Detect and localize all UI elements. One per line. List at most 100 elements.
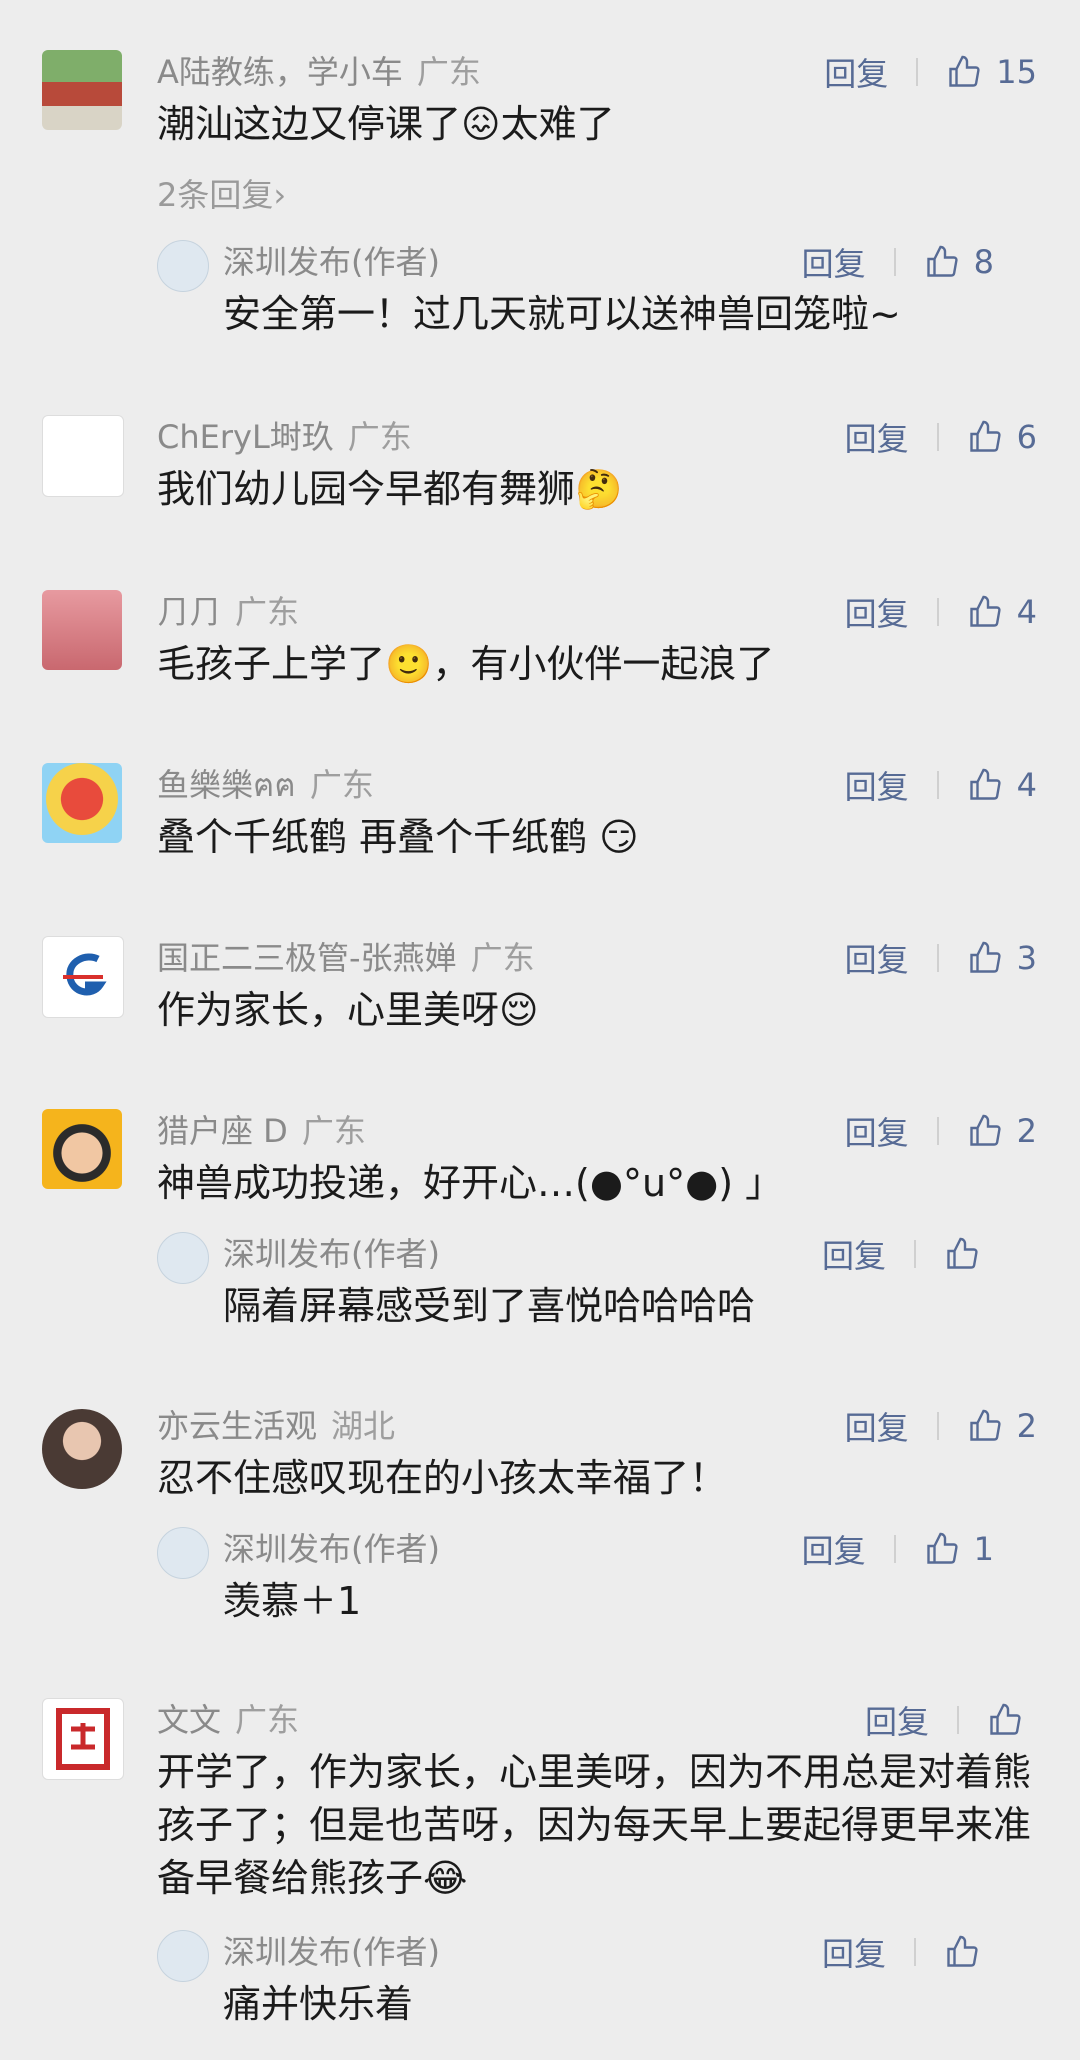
comment-item: 文文 广东 回复 开学了，作为家长，心里美呀，因为不用总是对着熊孩子了；但是也苦呀… [0, 1698, 1080, 2038]
avatar[interactable] [42, 50, 122, 130]
divider [936, 771, 939, 799]
like-count: 8 [973, 243, 994, 281]
author-name[interactable]: 深圳发布(作者) [223, 240, 440, 284]
comment-item: A陆教练，学小车 广东 回复 15 潮汕这边又停课了😖太难了 2条回复› 深圳发布… [0, 50, 1080, 350]
like-button[interactable]: 2 [967, 1112, 1037, 1150]
comment-item: ChEryL埘玖 广东 回复 6 我们幼儿园今早都有舞狮🤔 [0, 415, 1080, 525]
thumbs-up-icon [969, 1409, 1001, 1441]
avatar[interactable] [42, 1109, 122, 1189]
like-count: 6 [1016, 418, 1037, 456]
reply-button[interactable]: 回复 [845, 414, 909, 460]
like-button[interactable]: 1 [924, 1530, 994, 1568]
divider [957, 1706, 959, 1734]
reply-button[interactable]: 回复 [845, 935, 909, 981]
comment-actions: 回复 [865, 1698, 1037, 1742]
avatar[interactable] [42, 1698, 124, 1780]
like-count: 4 [1016, 593, 1037, 631]
user-name[interactable]: 文文 [157, 1701, 221, 1739]
comment-text: 作为家长，心里美呀😌 [157, 988, 539, 1032]
author-avatar[interactable] [157, 1930, 209, 1982]
divider [914, 1938, 916, 1966]
comment-actions: 回复 2 [845, 1404, 1037, 1448]
thumbs-up-icon [949, 55, 980, 87]
like-button[interactable] [944, 1934, 994, 1970]
comment-actions: 回复 2 [845, 1109, 1037, 1153]
logo-icon [56, 1708, 110, 1770]
reply-button[interactable]: 回复 [865, 1697, 929, 1743]
location: 广东 [416, 53, 481, 91]
like-button[interactable]: 2 [967, 1407, 1037, 1445]
user-name[interactable]: A陆教练，学小车 [157, 53, 403, 91]
comment-text: 叠个千纸鹤 再叠个千纸鹤 😏 [157, 815, 639, 859]
divider [936, 423, 939, 451]
avatar[interactable] [42, 936, 124, 1018]
user-name[interactable]: 亦云生活观 [157, 1407, 317, 1445]
thumbs-up-icon [947, 1935, 978, 1967]
author-avatar[interactable] [157, 1527, 209, 1579]
author-name[interactable]: 深圳发布(作者) [223, 1232, 440, 1276]
thumbs-up-icon [969, 595, 1001, 627]
user-name[interactable]: 鱼樂樂ฅฅ [157, 766, 296, 804]
reply-button[interactable]: 回复 [845, 1108, 909, 1154]
location: 广东 [470, 939, 535, 977]
avatar[interactable] [42, 415, 124, 497]
thumbs-up-icon [947, 1237, 978, 1269]
reply-button[interactable]: 回复 [802, 1526, 866, 1572]
author-avatar[interactable] [157, 240, 209, 292]
like-button[interactable] [944, 1236, 994, 1272]
reply-text: 安全第一！过几天就可以送神兽回笼啦~ [223, 292, 901, 336]
divider [914, 1240, 916, 1268]
comment-actions: 回复 3 [845, 936, 1037, 980]
comment-text: 毛孩子上学了🙂，有小伙伴一起浪了 [157, 642, 775, 686]
thumbs-up-icon [969, 420, 1001, 452]
logo-icon [63, 953, 107, 996]
divider [936, 1117, 939, 1145]
reply-button[interactable]: 回复 [824, 49, 888, 95]
reply-button[interactable]: 回复 [845, 589, 909, 635]
comment-header: 亦云生活观 湖北 [157, 1404, 395, 1448]
user-name[interactable]: 国正二三极管-张燕婵 [157, 939, 457, 977]
comment-text: 神兽成功投递，好开心…(●°u°●) 」 [157, 1161, 784, 1205]
comment-actions: 回复 6 [845, 415, 1037, 459]
location: 广东 [309, 766, 374, 804]
like-count: 4 [1016, 766, 1037, 804]
avatar[interactable] [42, 590, 122, 670]
like-button[interactable]: 6 [967, 418, 1037, 456]
author-reply: 深圳发布(作者) 回复 隔着屏幕感受到了喜悦哈哈哈哈 [157, 1232, 1037, 1332]
reply-button[interactable]: 回复 [802, 239, 866, 285]
like-button[interactable] [987, 1702, 1037, 1738]
like-button[interactable]: 4 [967, 593, 1037, 631]
location: 广东 [301, 1112, 366, 1150]
comment-header: 鱼樂樂ฅฅ 广东 [157, 763, 374, 807]
author-name[interactable]: 深圳发布(作者) [223, 1527, 440, 1571]
reply-actions: 回复 [822, 1930, 994, 1974]
like-button[interactable]: 4 [967, 766, 1037, 804]
thumbs-up-icon [969, 1114, 1001, 1146]
user-name[interactable]: ⺆⺆ [157, 593, 221, 631]
author-avatar[interactable] [157, 1232, 209, 1284]
reply-button[interactable]: 回复 [845, 1403, 909, 1449]
reply-button[interactable]: 回复 [845, 762, 909, 808]
thumbs-up-icon [969, 941, 1001, 973]
reply-button[interactable]: 回复 [822, 1929, 886, 1975]
comment-item: 国正二三极管-张燕婵 广东 回复 3 作为家长，心里美呀😌 [0, 936, 1080, 1046]
comment-list: A陆教练，学小车 广东 回复 15 潮汕这边又停课了😖太难了 2条回复› 深圳发布… [0, 0, 1080, 2060]
comment-item: 亦云生活观 湖北 回复 2 忍不住感叹现在的小孩太幸福了！ 深圳发布(作者) 回复… [0, 1404, 1080, 1624]
author-reply: 深圳发布(作者) 回复 痛并快乐着 [157, 1930, 1037, 2030]
avatar[interactable] [42, 763, 122, 843]
like-button[interactable]: 3 [967, 939, 1037, 977]
more-replies-link[interactable]: 2条回复› [157, 170, 286, 216]
author-name[interactable]: 深圳发布(作者) [223, 1930, 440, 1974]
reply-button[interactable]: 回复 [822, 1231, 886, 1277]
like-button[interactable]: 15 [946, 53, 1037, 91]
user-name[interactable]: ChEryL埘玖 [157, 418, 334, 456]
like-count: 15 [996, 53, 1037, 91]
comment-item: 鱼樂樂ฅฅ 广东 回复 4 叠个千纸鹤 再叠个千纸鹤 😏 [0, 763, 1080, 873]
comment-header: A陆教练，学小车 广东 [157, 50, 481, 94]
user-name[interactable]: 猎户座 D [157, 1112, 288, 1150]
comment-text: 开学了，作为家长，心里美呀，因为不用总是对着熊孩子了；但是也苦呀，因为每天早上要… [157, 1750, 1032, 1900]
comment-header: 猎户座 D 广东 [157, 1109, 366, 1153]
avatar[interactable] [42, 1409, 122, 1489]
like-button[interactable]: 8 [924, 243, 994, 281]
thumbs-up-icon [969, 768, 1001, 800]
